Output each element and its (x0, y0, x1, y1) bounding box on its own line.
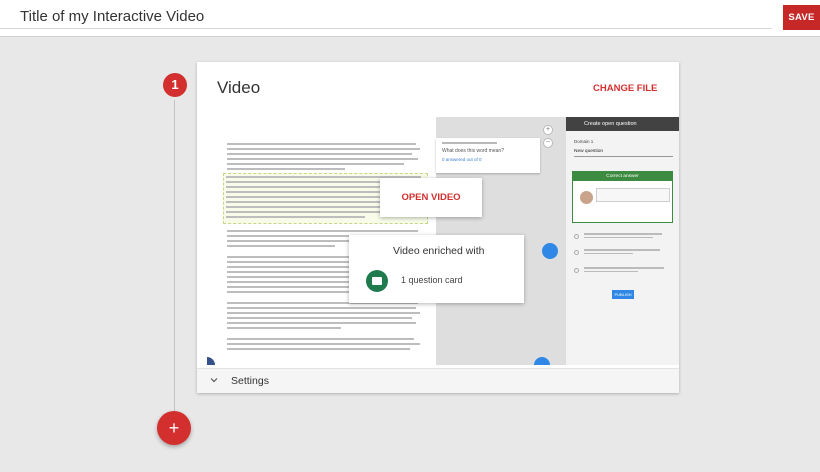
timeline-marker-icon[interactable] (534, 357, 550, 365)
question-editor-header: Create open question (566, 117, 679, 131)
correct-answer-box: Correct answer (572, 171, 673, 223)
add-step-button[interactable]: + (157, 411, 191, 445)
question-card-preview: What does this word mean? 0 answered out… (436, 138, 540, 173)
correct-answer-input[interactable] (596, 188, 670, 202)
question-card-link: 0 answered out of 0 (442, 157, 482, 162)
video-card: Video CHANGE FILE + − What does this wor… (197, 62, 679, 393)
enriched-title: Video enriched with (393, 245, 485, 257)
enriched-summary-card: Video enriched with 1 question card (349, 235, 524, 303)
domain-field-label: Domain 1 (574, 139, 594, 144)
question-editor-panel: Create open question Domain 1 New questi… (565, 117, 679, 365)
save-button[interactable]: SAVE (783, 5, 820, 30)
zoom-in-icon[interactable]: + (543, 125, 553, 135)
option-row[interactable] (574, 233, 672, 240)
open-video-button[interactable]: OPEN VIDEO (380, 178, 482, 217)
chevron-down-icon[interactable] (209, 375, 219, 385)
question-card-text: What does this word mean? (442, 148, 504, 154)
avatar (580, 191, 593, 204)
settings-label: Settings (231, 375, 269, 387)
timeline-marker-icon[interactable] (542, 243, 558, 259)
zoom-out-icon[interactable]: − (543, 138, 553, 148)
question-card-icon (366, 270, 388, 292)
video-title-input[interactable] (0, 5, 772, 29)
option-row[interactable] (574, 267, 672, 274)
plus-icon: + (168, 418, 180, 438)
timeline-line (174, 100, 175, 425)
question-input[interactable]: New question (574, 147, 673, 157)
settings-row[interactable]: Settings (197, 368, 679, 393)
card-title: Video (217, 78, 261, 97)
step-number-badge: 1 (163, 73, 187, 97)
question-card-count: 1 question card (401, 275, 463, 285)
option-row[interactable] (574, 249, 672, 256)
top-bar: SAVE (0, 0, 820, 37)
change-file-button[interactable]: CHANGE FILE (593, 83, 657, 94)
correct-answer-label: Correct answer (573, 172, 672, 181)
publish-button[interactable]: PUBLISH (612, 290, 634, 299)
